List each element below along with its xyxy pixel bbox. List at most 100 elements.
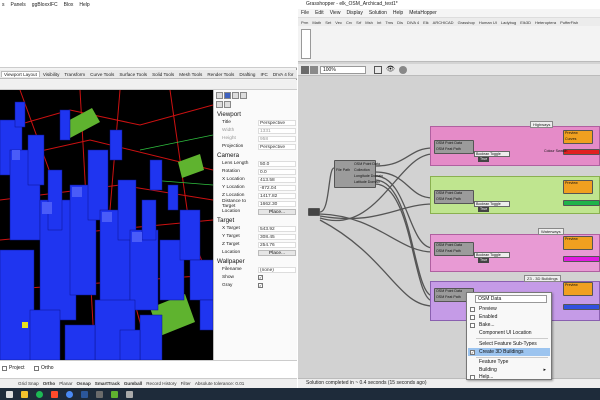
prop-y-target-field[interactable]: 308.45 <box>258 233 296 240</box>
target-place-button[interactable]: Place... <box>258 249 296 256</box>
boolean-toggle[interactable]: Boolean ToggleTrue <box>474 252 510 263</box>
tab-transform[interactable]: Transform <box>62 72 87 77</box>
zoom-field[interactable]: 100% <box>320 66 366 74</box>
menu-item[interactable]: Blox <box>64 2 74 8</box>
grasshopper-canvas[interactable]: Highways Waterways Z3 - 3D Buildings Fil… <box>298 76 600 378</box>
camera-place-button[interactable]: Place... <box>258 208 296 215</box>
gh-menu-solution[interactable]: Solution <box>369 10 387 16</box>
save-icon[interactable] <box>301 66 309 74</box>
status-osnap[interactable]: Osnap <box>76 381 90 386</box>
colour-swatch-magenta[interactable] <box>563 256 600 262</box>
menu-item-enabled[interactable]: Enabled <box>468 313 550 321</box>
tab-render-tools[interactable]: Render Tools <box>205 72 236 77</box>
colour-swatch-green[interactable] <box>563 200 600 206</box>
preview-mode-icon[interactable] <box>399 66 407 74</box>
tab-ifc[interactable]: IFC <box>258 72 269 77</box>
tab-surface-tools[interactable]: Surface Tools <box>117 72 149 77</box>
gh-tab[interactable]: Prm <box>301 20 308 25</box>
gh-tab[interactable]: Set <box>325 20 331 25</box>
open-icon[interactable] <box>310 66 318 74</box>
gh-menu-metahopper[interactable]: MetaHopper <box>409 10 437 16</box>
menu-item-bake[interactable]: Bake... <box>468 321 550 329</box>
prop-distance-field[interactable]: 1662.30 <box>258 200 296 207</box>
status-smarttrack[interactable]: SmartTrack <box>95 381 120 386</box>
gh-tab[interactable]: Heteroptera <box>535 20 556 25</box>
word-icon[interactable] <box>81 390 88 398</box>
eye-icon[interactable]: 👁 <box>386 66 396 74</box>
colour-swatch-red[interactable] <box>563 149 600 155</box>
gh-tab[interactable]: DIVA 4 <box>407 20 419 25</box>
gh-tab[interactable]: ARCHICAD <box>433 20 454 25</box>
tab-diva[interactable]: DIVA 4 for <box>271 72 296 77</box>
status-record-history[interactable]: Record History <box>146 381 176 386</box>
spotify-icon[interactable] <box>36 390 43 398</box>
colour-swatch-blue[interactable] <box>563 304 600 310</box>
gh-tab[interactable]: Vec <box>335 20 342 25</box>
file-explorer-icon[interactable] <box>21 390 28 398</box>
tab-solid-tools[interactable]: Solid Tools <box>150 72 176 77</box>
prop-x-location-field[interactable]: 413.58 <box>258 176 296 183</box>
rhino-icon[interactable] <box>96 390 103 398</box>
gh-tab[interactable]: Dis <box>397 20 403 25</box>
file-path-param[interactable] <box>308 208 320 216</box>
prop-title-field[interactable]: Perspective <box>258 119 296 126</box>
gh-tab[interactable]: Int <box>377 20 381 25</box>
gh-tab[interactable]: Trns <box>385 20 393 25</box>
app-icon[interactable] <box>126 390 133 398</box>
windows-start-icon[interactable] <box>6 390 13 398</box>
app-icon[interactable] <box>51 390 58 398</box>
gray-checkbox[interactable]: ✓ <box>258 283 263 288</box>
rhino-icon-toolbar[interactable] <box>0 80 297 90</box>
perspective-viewport[interactable] <box>0 90 213 360</box>
prop-projection-select[interactable]: Perspective <box>258 143 296 150</box>
prop-rotation-field[interactable]: 0.0 <box>258 168 296 175</box>
menu-item-help[interactable]: Help... <box>468 373 550 381</box>
object-properties-tab-icon[interactable] <box>216 92 223 99</box>
tab-visibility[interactable]: Visibility <box>41 72 62 77</box>
gh-menu-file[interactable]: File <box>301 10 309 16</box>
elk-plugin-icon[interactable] <box>301 29 311 59</box>
status-filter[interactable]: Filter <box>181 381 191 386</box>
tab-drafting[interactable]: Drafting <box>237 72 257 77</box>
status-gumball[interactable]: Gumball <box>124 381 142 386</box>
boolean-toggle[interactable]: Boolean ToggleTrue <box>474 151 510 162</box>
command-history-area[interactable] <box>0 10 297 68</box>
grasshopper-icon[interactable] <box>111 390 118 398</box>
tab-curve-tools[interactable]: Curve Tools <box>88 72 116 77</box>
gh-menu-help[interactable]: Help <box>393 10 403 16</box>
prop-x-target-field[interactable]: 543.92 <box>258 225 296 232</box>
prop-z-location-field[interactable]: 1417.82 <box>258 192 296 199</box>
help-tab-icon[interactable] <box>216 101 223 108</box>
status-grid-snap[interactable]: Grid Snap <box>18 381 39 386</box>
menu-item[interactable]: Panels <box>11 2 26 8</box>
component-name-field[interactable]: OSM Data <box>475 295 547 303</box>
menu-item-feature-type[interactable]: Feature Type <box>468 358 550 366</box>
gh-tab[interactable]: Crv <box>346 20 352 25</box>
layers-tab-icon[interactable] <box>232 92 239 99</box>
ortho-checkbox[interactable] <box>34 366 39 371</box>
prop-lens-field[interactable]: 50.0 <box>258 160 296 167</box>
status-planar[interactable]: Planar <box>59 381 72 386</box>
viewport-properties-tab-icon[interactable] <box>224 92 231 99</box>
project-checkbox[interactable] <box>2 366 7 371</box>
prop-filename-field[interactable]: (none) <box>258 266 296 273</box>
gh-menu-edit[interactable]: Edit <box>315 10 324 16</box>
prop-z-target-field[interactable]: 254.76 <box>258 241 296 248</box>
gh-tab[interactable]: Grasshop <box>458 20 475 25</box>
gh-tab[interactable]: Srf <box>356 20 361 25</box>
tab-mesh-tools[interactable]: Mesh Tools <box>177 72 204 77</box>
gh-menu-display[interactable]: Display <box>346 10 362 16</box>
menu-item[interactable]: ggBloxxIFC <box>32 2 58 8</box>
gh-tab[interactable]: Math <box>312 20 321 25</box>
show-checkbox[interactable]: ✓ <box>258 275 263 280</box>
gh-tab[interactable]: Ladybug <box>501 20 516 25</box>
menu-item[interactable]: Help <box>79 2 89 8</box>
display-tab-icon[interactable] <box>240 92 247 99</box>
boolean-toggle[interactable]: Boolean ToggleTrue <box>474 201 510 212</box>
status-ortho[interactable]: Ortho <box>43 381 56 386</box>
gh-tab[interactable]: Elk <box>423 20 429 25</box>
menu-item-create-3d-buildings[interactable]: ✓ Create 3D Buildings <box>468 348 550 356</box>
menu-item-preview[interactable]: Preview <box>468 305 550 313</box>
gh-tab[interactable]: PufferFish <box>560 20 578 25</box>
menu-item-select-subtypes[interactable]: Select Feature Sub-Types <box>468 340 550 348</box>
